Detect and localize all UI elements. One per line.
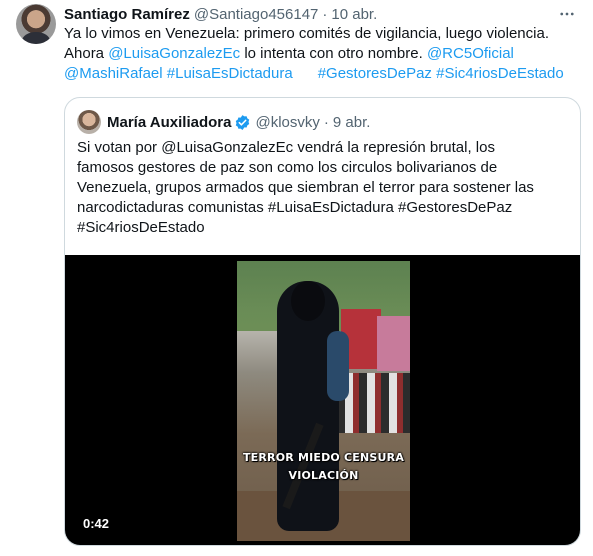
video-caption-line-1: TERROR MIEDO CENSURA (242, 451, 405, 464)
hashtag-gestoresdepaz[interactable]: #GestoresDePaz (318, 65, 432, 82)
mention-mashirafael[interactable]: @MashiRafael (64, 65, 163, 82)
verified-badge-svg (236, 114, 250, 130)
separator-dot: · (322, 5, 328, 23)
tweet-text: Ya lo vimos en Venezuela: primero comité… (64, 24, 579, 84)
more-horizontal-icon[interactable] (557, 4, 577, 24)
author-name[interactable]: Santiago Ramírez (64, 6, 190, 23)
video-thumbnail[interactable]: TERROR MIEDO CENSURA VIOLACIÓN (237, 261, 410, 541)
quote-text-line-3: Venezuela, grupos armados que siembran e… (77, 179, 534, 196)
video-person-head (291, 281, 325, 321)
tweet-text-prefix: Ahora (64, 45, 109, 62)
avatar-shirt (22, 32, 50, 44)
quote-author-avatar[interactable] (77, 110, 101, 134)
verified-badge-icon (234, 114, 251, 131)
video-duration: 0:42 (83, 516, 110, 531)
quote-text-line-5: #Sic4riosDeEstado (77, 219, 205, 236)
video-person-figure (277, 281, 349, 531)
mention-luisagonzalezec[interactable]: @LuisaGonzalezEc (108, 45, 240, 62)
tweet-date[interactable]: 10 abr. (331, 6, 377, 23)
video-player[interactable]: TERROR MIEDO CENSURA VIOLACIÓN 0:42 (65, 255, 580, 545)
quote-text-line-2: famosos gestores de paz son como los cir… (77, 159, 498, 176)
tweet-text-line-2: Ahora @LuisaGonzalezEc lo intenta con ot… (64, 44, 579, 64)
tweet-text-line-1: Ya lo vimos en Venezuela: primero comité… (64, 25, 549, 42)
quote-author-handle[interactable]: @klosvky (255, 114, 319, 131)
author-handle[interactable]: @Santiago456147 (194, 6, 319, 23)
tweet[interactable]: Santiago Ramírez @Santiago456147 · 10 ab… (0, 0, 593, 556)
tweet-text-middle: lo intenta con otro nombre. (240, 45, 427, 62)
more-icon-svg (560, 12, 574, 16)
author-avatar[interactable] (16, 4, 56, 44)
quote-text: Si votan por @LuisaGonzalezEc vendrá la … (77, 138, 572, 238)
tweet-header: Santiago Ramírez @Santiago456147 · 10 ab… (64, 4, 377, 24)
quote-author-name[interactable]: María Auxiliadora (107, 114, 231, 131)
video-caption-line-2: VIOLACIÓN (288, 469, 359, 482)
video-pink-building (377, 316, 410, 371)
quoted-tweet[interactable]: María Auxiliadora @klosvky · 9 abr. Si v… (64, 97, 581, 546)
tweet-text-line-3: @MashiRafael #LuisaEsDictadura #Gestores… (64, 64, 579, 84)
video-person-sleeve (327, 331, 349, 401)
video-rifle (282, 422, 324, 510)
hashtag-sic4riosdeestado[interactable]: #Sic4riosDeEstado (436, 65, 564, 82)
mention-rc5oficial[interactable]: @RC5Oficial (427, 45, 514, 62)
quote-text-line-4: narcodictaduras comunistas #LuisaEsDicta… (77, 199, 513, 216)
quote-header: María Auxiliadora @klosvky · 9 abr. (107, 111, 370, 133)
quote-date[interactable]: 9 abr. (333, 114, 371, 131)
hashtag-luisaesdictadura[interactable]: #LuisaEsDictadura (167, 65, 293, 82)
quote-text-line-1: Si votan por @LuisaGonzalezEc vendrá la … (77, 139, 495, 156)
quote-separator-dot: · (323, 113, 329, 131)
